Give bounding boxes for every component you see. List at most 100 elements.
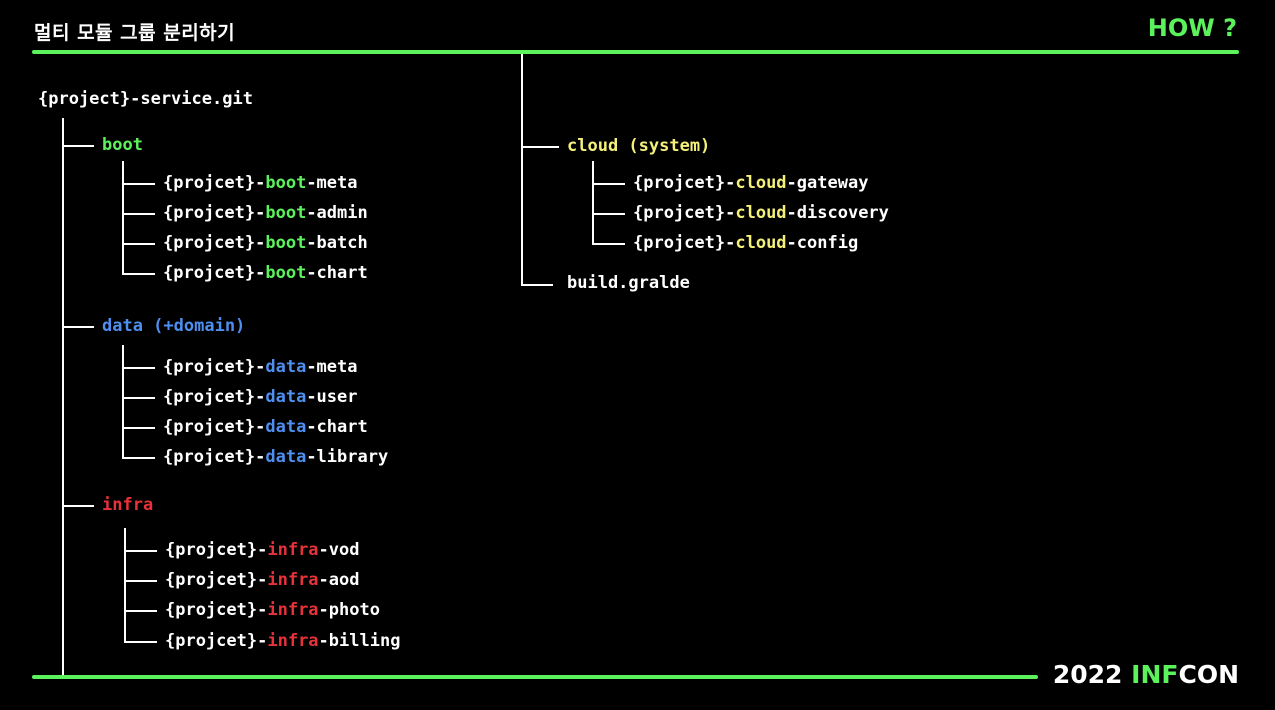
module-branch — [122, 427, 155, 429]
module-suffix: -chart — [306, 263, 368, 283]
module-branch — [592, 243, 625, 245]
module-suffix: -config — [786, 233, 859, 253]
module-prefix: {projcet}- — [163, 233, 266, 253]
logo-con: CON — [1178, 660, 1239, 689]
bottom-divider — [32, 675, 1038, 679]
module-group-name: infra — [267, 631, 319, 651]
module-branch — [122, 213, 155, 215]
logo-year: 2022 — [1052, 660, 1132, 689]
module-prefix: {projcet}- — [163, 357, 266, 377]
module-branch — [124, 550, 157, 552]
module-item-data: {projcet}-data-chart — [163, 417, 368, 437]
module-group-name: infra — [267, 540, 319, 560]
top-divider — [32, 50, 1239, 54]
module-group-name: cloud — [735, 233, 787, 253]
module-branch — [592, 183, 625, 185]
module-group-name: infra — [267, 570, 319, 590]
module-item-infra: {projcet}-infra-vod — [165, 540, 360, 560]
module-branch — [124, 610, 157, 612]
module-suffix: -batch — [306, 233, 368, 253]
module-item-infra: {projcet}-infra-aod — [165, 570, 360, 590]
build-file: build.gralde — [567, 273, 690, 293]
group-branch-infra — [62, 505, 94, 507]
group-label-cloud: cloud (system) — [567, 136, 711, 156]
module-item-data: {projcet}-data-library — [163, 447, 388, 467]
module-branch — [122, 367, 155, 369]
page-title: 멀티 모듈 그룹 분리하기 — [34, 22, 236, 44]
module-item-cloud: {projcet}-cloud-discovery — [633, 203, 889, 223]
module-item-data: {projcet}-data-meta — [163, 357, 358, 377]
module-suffix: -gateway — [786, 173, 869, 193]
module-group-name: boot — [265, 203, 307, 223]
module-suffix: -library — [306, 447, 389, 467]
module-group-name: boot — [265, 263, 307, 283]
module-group-name: cloud — [735, 203, 787, 223]
module-group-name: data — [265, 447, 307, 467]
group-stem-infra — [124, 528, 126, 643]
module-suffix: -billing — [318, 631, 401, 651]
section-tag: HOW ? — [1147, 14, 1237, 42]
module-branch — [122, 183, 155, 185]
module-item-data: {projcet}-data-user — [163, 387, 358, 407]
module-item-infra: {projcet}-infra-photo — [165, 600, 380, 620]
logo-inf: INF — [1131, 660, 1179, 689]
module-prefix: {projcet}- — [165, 540, 268, 560]
module-prefix: {projcet}- — [165, 570, 268, 590]
module-prefix: {projcet}- — [163, 417, 266, 437]
module-suffix: -photo — [318, 600, 380, 620]
module-suffix: -vod — [318, 540, 360, 560]
module-suffix: -discovery — [786, 203, 889, 223]
module-branch — [122, 397, 155, 399]
module-prefix: {projcet}- — [163, 447, 266, 467]
group-label-data: data (+domain) — [102, 316, 246, 336]
module-suffix: -aod — [318, 570, 360, 590]
group-stem-data — [122, 345, 124, 459]
module-suffix: -meta — [306, 357, 358, 377]
module-item-infra: {projcet}-infra-billing — [165, 631, 400, 651]
module-prefix: {projcet}- — [165, 631, 268, 651]
module-group-name: infra — [267, 600, 319, 620]
group-branch-boot — [62, 145, 94, 147]
module-suffix: -user — [306, 387, 358, 407]
group-branch-cloud — [521, 146, 559, 148]
group-label-boot: boot — [102, 135, 143, 155]
tree-root: {project}-service.git — [38, 89, 253, 109]
module-prefix: {projcet}- — [633, 233, 736, 253]
module-suffix: -meta — [306, 173, 358, 193]
group-stem-boot — [122, 161, 124, 275]
module-prefix: {projcet}- — [165, 600, 268, 620]
module-prefix: {projcet}- — [163, 387, 266, 407]
module-prefix: {projcet}- — [163, 173, 266, 193]
module-prefix: {projcet}- — [163, 203, 266, 223]
module-group-name: data — [265, 357, 307, 377]
module-item-boot: {projcet}-boot-meta — [163, 173, 358, 193]
group-label-infra: infra — [102, 495, 154, 515]
module-prefix: {projcet}- — [633, 203, 736, 223]
build-file-branch — [521, 284, 553, 286]
module-prefix: {projcet}- — [163, 263, 266, 283]
tree-trunk-left — [62, 118, 64, 678]
module-branch — [592, 213, 625, 215]
module-group-name: data — [265, 387, 307, 407]
module-branch — [122, 243, 155, 245]
module-group-name: cloud — [735, 173, 787, 193]
module-branch — [124, 641, 157, 643]
group-stem-cloud — [592, 161, 594, 245]
module-branch — [124, 580, 157, 582]
module-item-boot: {projcet}-boot-chart — [163, 263, 368, 283]
event-logo: 2022 INFCON — [1053, 660, 1239, 689]
module-group-name: boot — [265, 233, 307, 253]
module-item-cloud: {projcet}-cloud-config — [633, 233, 858, 253]
module-branch — [122, 457, 155, 459]
module-group-name: data — [265, 417, 307, 437]
tree-trunk-right — [521, 54, 523, 286]
module-group-name: boot — [265, 173, 307, 193]
module-item-cloud: {projcet}-cloud-gateway — [633, 173, 868, 193]
module-branch — [122, 273, 155, 275]
module-suffix: -chart — [306, 417, 368, 437]
module-suffix: -admin — [306, 203, 368, 223]
group-branch-data — [62, 326, 94, 328]
module-item-boot: {projcet}-boot-admin — [163, 203, 368, 223]
module-prefix: {projcet}- — [633, 173, 736, 193]
module-item-boot: {projcet}-boot-batch — [163, 233, 368, 253]
